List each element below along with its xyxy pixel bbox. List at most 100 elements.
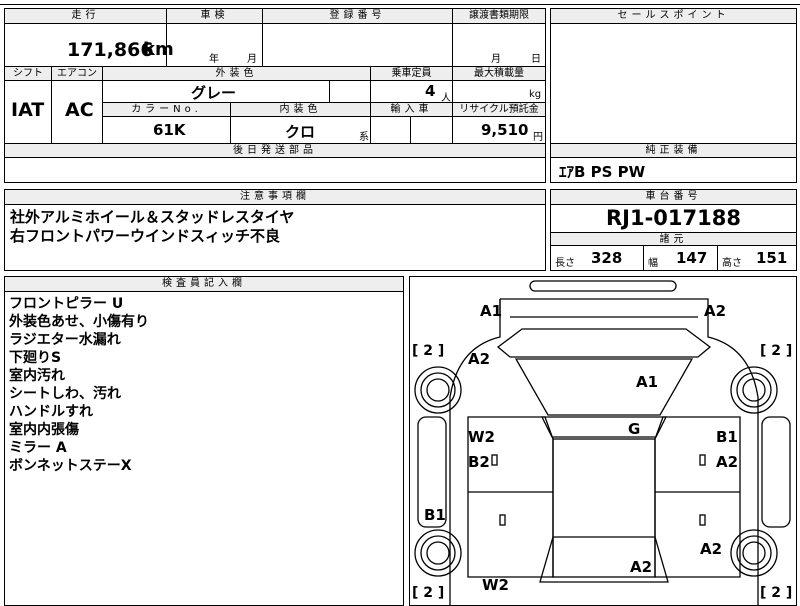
vehicle-info-box: 走行 車検 登録番号 譲渡書類期限 171,866 km 年 月 月 日 シフト… [4,8,546,183]
notes-line-1: 社外アルミホイール＆スタッドレスタイヤ [10,208,295,226]
length-label: 長さ [555,258,575,269]
transfer-month-unit: 月 [491,54,501,65]
chassis-header: 車台番号 [551,190,796,205]
front-right-wheel [730,366,778,414]
damage-w2-bottom: W2 [482,576,509,594]
shift-value: IAT [11,99,45,121]
registration-cell [263,24,453,66]
inspector-line-5: 室内汚れ [9,368,65,384]
interior-color-suffix: 系 [359,132,369,143]
width-value: 147 [676,249,708,267]
later-parts-cell [5,158,545,182]
damage-b1-left-sill: B1 [424,506,446,524]
aircon-header: エアコン [52,66,103,81]
interior-color-value: クロ [285,123,316,141]
transfer-day-unit: 日 [531,54,541,65]
right-handle [699,514,706,526]
max-load-cell: kg [453,81,545,103]
color-no-cell: 61K [103,117,231,143]
chassis-box: 車台番号 RJ1-017188 諸元 長さ 328 幅 147 高さ 151 [550,189,797,271]
recycle-unit: 円 [533,132,543,143]
length-value: 328 [591,249,623,267]
inspector-box: 検査員記入欄 フロントピラー U 外装色あせ、小傷有り ラジエター水漏れ 下廻り… [4,276,404,606]
inspection-year-unit: 年 [209,54,219,65]
inspector-line-3: ラジエター水漏れ [9,332,121,348]
color-no-value: 61K [153,121,186,139]
rear-right-wheel [730,529,778,577]
width-label: 幅 [648,258,658,269]
recycle-header: リサイクル預託金 [453,103,545,117]
notes-box: 注意事項欄 社外アルミホイール＆スタッドレスタイヤ 右フロントパワーウインドスィ… [4,189,546,271]
import-cell-b [411,117,453,143]
max-load-unit: kg [529,89,542,100]
capacity-cell: 4 人 [371,81,453,104]
top-edge [0,0,800,5]
roof [540,416,668,438]
mileage-value: 171,866 [67,39,154,61]
registration-header: 登録番号 [263,9,453,24]
notes-line-2: 右フロントパワーウインドスィッチ不良 [10,227,281,245]
left-handle [499,514,506,526]
inspection-header: 車検 [167,9,263,24]
rear-left-wheel [414,529,462,577]
recycle-value: 9,510 [481,121,529,139]
tire-front-right: [ 2 ] [760,343,793,359]
damage-a2-center-rear: A2 [630,558,653,576]
right-mirror [699,454,706,466]
exterior-color-extra [330,81,371,103]
damage-b1-right: B1 [716,428,738,446]
max-load-header: 最大積載量 [453,66,545,81]
inspector-line-9: ミラー A [9,440,67,456]
height-value: 151 [756,249,788,267]
import-header: 輸入車 [371,103,453,117]
damage-w2-left: W2 [468,428,495,446]
right-sill [761,416,791,528]
color-no-header: カラーNo. [103,103,231,117]
interior-color-header: 内装色 [231,103,371,117]
body-outline [449,298,759,605]
damage-a1-center: A1 [636,373,659,391]
left-mirror [491,454,498,466]
mileage-header: 走行 [5,9,167,24]
inspector-line-2: 外装色あせ、小傷有り [9,314,149,330]
damage-a1-top-left: A1 [480,302,503,320]
tire-front-left: [ 2 ] [412,343,445,359]
capacity-header: 乗車定員 [371,66,453,81]
hood [496,328,712,358]
shift-cell: IAT [5,81,52,143]
damage-g-roof: G [628,420,641,438]
inspector-header: 検査員記入欄 [5,277,403,292]
genuine-equipment-value: ｴｱB PS PW [559,163,646,181]
tire-rear-left: [ 2 ] [412,585,445,601]
capacity-value: 4 [425,82,436,100]
inspector-line-1: フロントピラー U [9,296,124,312]
specs-header: 諸元 [551,232,796,246]
genuine-equipment-header: 純正装備 [551,143,796,158]
inspector-line-10: ボンネットステーX [9,458,132,474]
exterior-color-cell: グレー [103,81,330,103]
exterior-color-header: 外装色 [103,66,371,81]
width-cell: 幅 147 [644,246,718,270]
damage-a2-right: A2 [716,453,739,471]
recycle-cell: 9,510 円 [453,117,545,143]
chassis-value: RJ1-017188 [606,206,741,230]
aircon-value: AC [65,99,94,121]
windshield [514,358,694,416]
front-left-wheel [414,366,462,414]
tire-rear-right: [ 2 ] [760,585,793,601]
later-parts-header: 後日発送部品 [5,143,545,158]
capacity-unit: 人 [441,93,451,104]
damage-a2-right-rear: A2 [700,540,723,558]
shift-header: シフト [5,66,52,81]
notes-header: 注意事項欄 [5,190,545,205]
car-diagram-box: A1 A2 [ 2 ] [ 2 ] A2 A1 G W2 B2 B1 A2 B1… [409,276,797,606]
center-roof [552,438,656,578]
damage-a2-left: A2 [468,350,491,368]
height-label: 高さ [722,258,742,269]
exterior-color-value: グレー [191,84,237,102]
transfer-deadline-cell: 月 日 [453,24,545,66]
sales-point-header: セールスポイント [551,9,796,24]
height-cell: 高さ 151 [718,246,796,270]
interior-color-cell: クロ 系 [231,117,371,143]
damage-a2-top-right: A2 [704,302,727,320]
